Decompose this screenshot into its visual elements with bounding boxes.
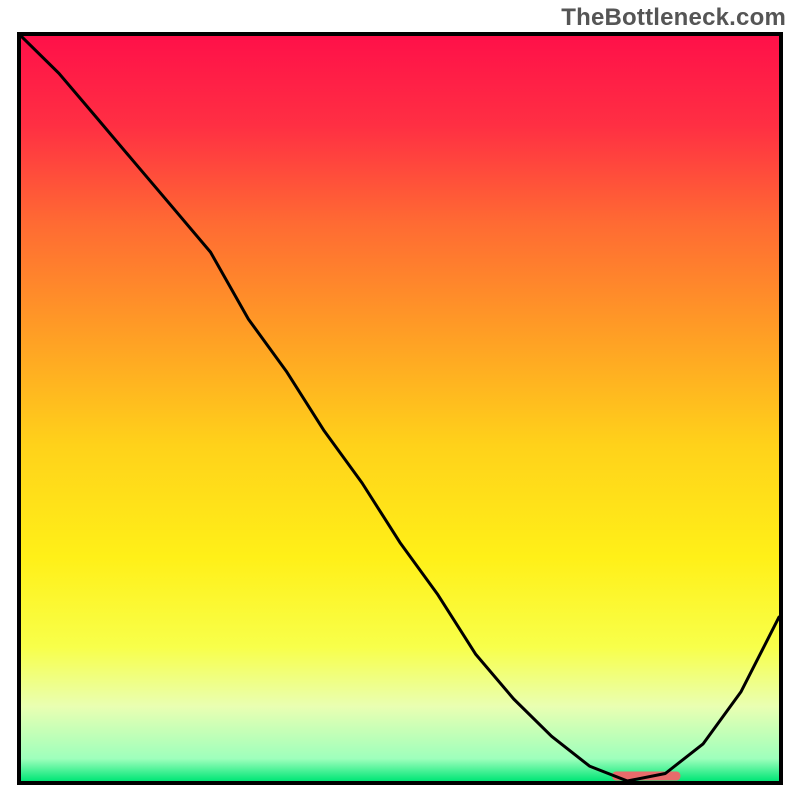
plot-border (17, 32, 783, 785)
bottleneck-curve (21, 36, 779, 781)
chart-stage: TheBottleneck.com (0, 0, 800, 800)
plot-area (21, 36, 779, 781)
watermark-text: TheBottleneck.com (561, 4, 786, 32)
curve-layer (21, 36, 779, 781)
